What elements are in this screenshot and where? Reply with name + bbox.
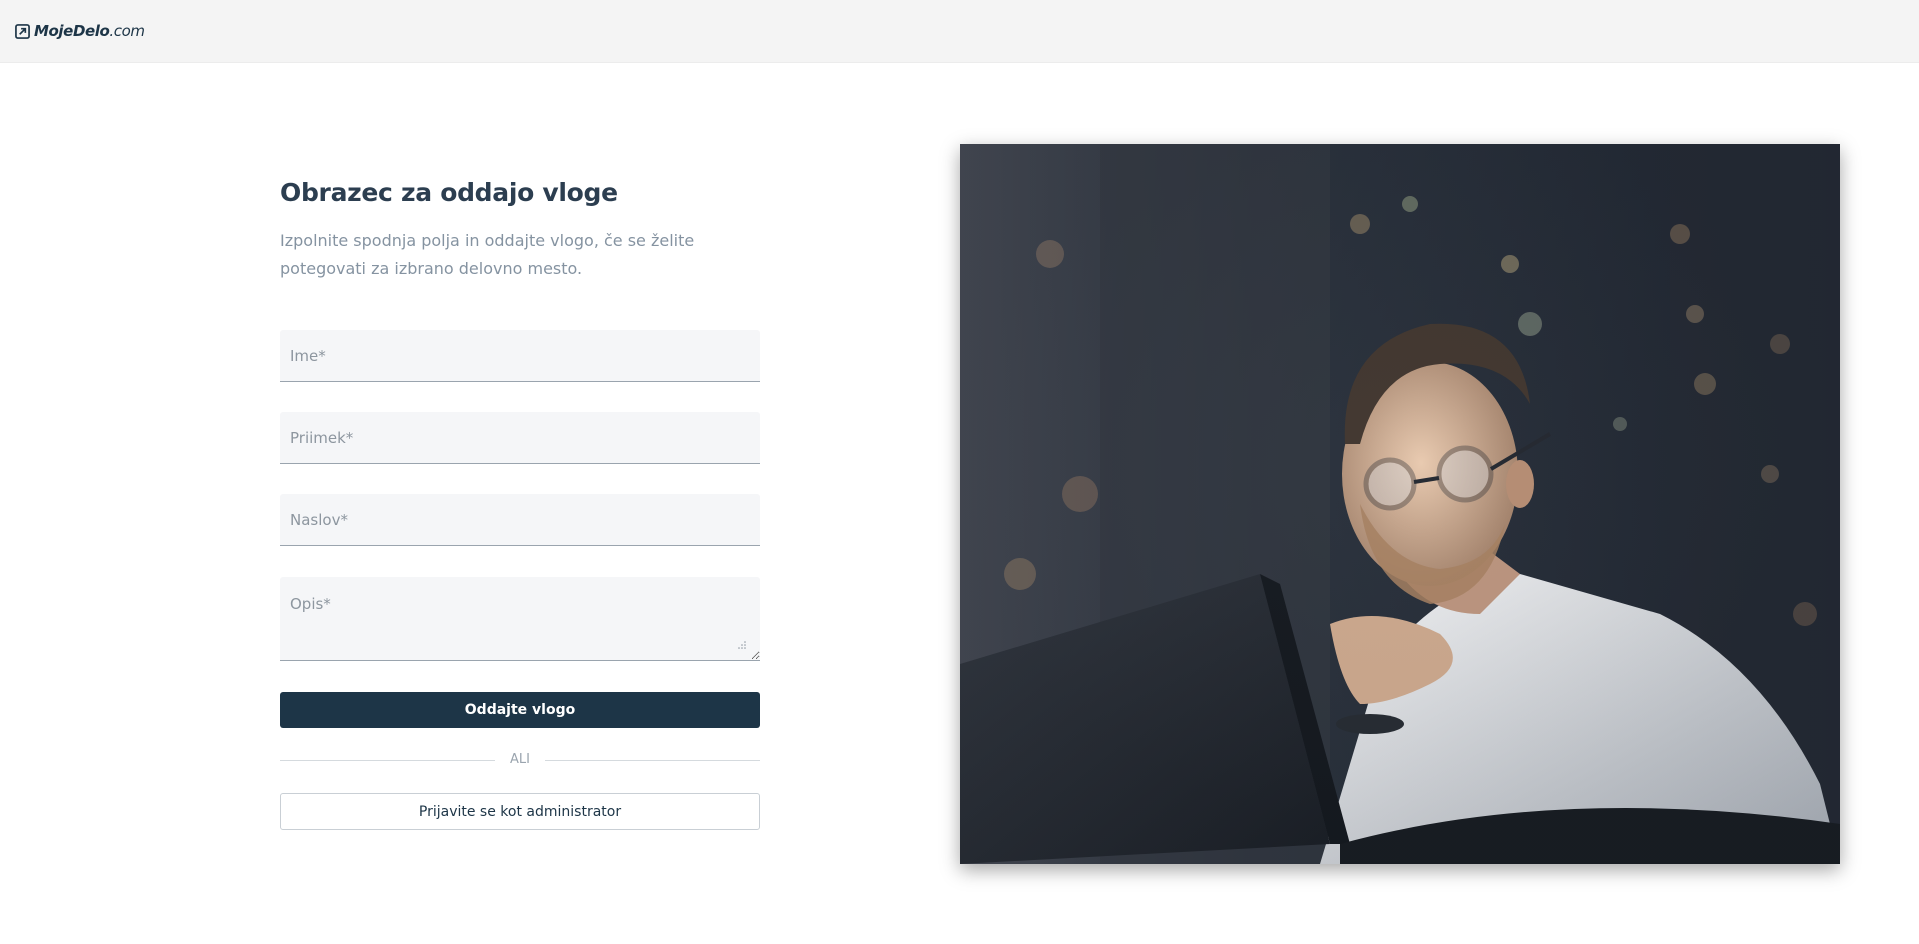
page-subtitle: Izpolnite spodnja polja in oddajte vlogo… [280, 231, 695, 278]
divider-line-right [545, 760, 760, 761]
title-input[interactable] [280, 494, 760, 546]
hero-photo [960, 144, 1840, 864]
man-at-laptop-image [960, 144, 1840, 864]
external-arrow-icon [15, 23, 30, 39]
top-bar: MojeDelo.com [0, 0, 1919, 63]
last-name-input[interactable] [280, 412, 760, 464]
logo-text: MojeDelo.com [34, 22, 145, 40]
page-title: Obrazec za oddajo vloge [280, 178, 618, 207]
description-textarea[interactable] [280, 577, 760, 661]
admin-login-button[interactable]: Prijavite se kot administrator [280, 793, 760, 830]
first-name-input[interactable] [280, 330, 760, 382]
logo-suffix: .com [109, 22, 145, 40]
logo[interactable]: MojeDelo.com [15, 21, 145, 41]
divider-line-left [280, 760, 495, 761]
submit-application-button[interactable]: Oddajte vlogo [280, 692, 760, 728]
resize-grip-icon[interactable] [737, 640, 746, 649]
